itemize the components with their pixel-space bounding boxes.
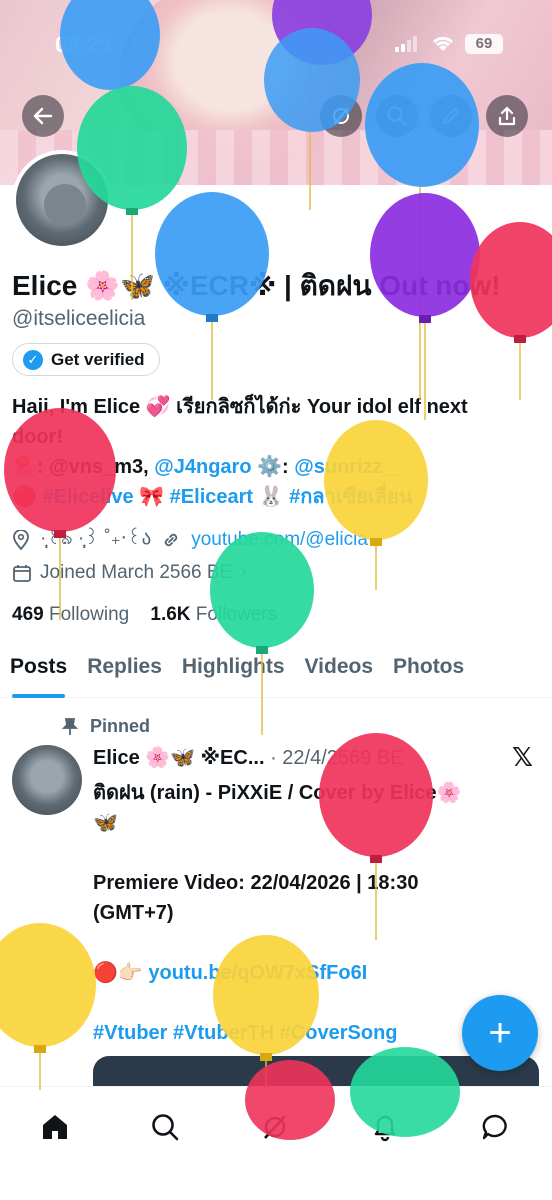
bio-text: 🪼: @vns_m3 [12, 456, 144, 478]
cellular-signal-icon [395, 36, 417, 52]
bio-line-4: 🔴 #Elicelive 🎀 #Eliceart 🐰 #กลาเซียเลี่ย… [12, 482, 542, 512]
post-link-prefix: 🔴👉🏻 [93, 962, 149, 984]
mention-link[interactable]: @J4ngaro [154, 456, 251, 478]
profile-website-link[interactable]: youtube.com/@elicia [191, 529, 368, 551]
chevron-right-icon[interactable]: › [240, 562, 246, 584]
bio-line-2: door! [12, 426, 64, 448]
post-line: ติดฝน (rain) - PiXXiE / Cover by Elice🌸 [93, 782, 462, 804]
back-button[interactable] [22, 95, 64, 137]
post-line: 🔴👉🏻 youtu.be/qOW7xSfFo6I [93, 958, 543, 988]
tab-replies[interactable]: Replies [77, 640, 172, 698]
post-date: · 22/4/2569 BE [270, 747, 404, 769]
messages-icon [482, 1114, 507, 1140]
following-count: 469 [12, 604, 44, 625]
balloon-yellow [0, 923, 96, 1090]
x-logo-icon[interactable]: 𝕏 [512, 742, 533, 773]
following-link[interactable]: 469 Following [12, 604, 129, 625]
mention-link[interactable]: @sunrizz__ [294, 456, 405, 478]
post-line: (GMT+7) [93, 902, 174, 924]
post-line: 🦋 [93, 812, 118, 834]
post-line: Premiere Video: 22/04/2026 | 18:30 [93, 872, 419, 894]
tab-posts[interactable]: Posts [0, 640, 77, 698]
profile-meta-location-link: ·̩͙꒰ঌ ·̩͙꒱ ˚₊‧꒰ა youtube.com/@elicia [12, 524, 368, 556]
bottom-navigation [0, 1086, 552, 1200]
post-line [93, 928, 543, 958]
bio-line-1: Haii, I'm Elice 💞 เรียกลิซก็ได้ก่ะ Your … [12, 396, 468, 418]
grok-icon [333, 107, 349, 125]
wifi-icon [432, 36, 454, 51]
followers-label: Followers [195, 604, 278, 625]
post-author-avatar[interactable] [12, 745, 82, 815]
nav-messages[interactable] [473, 1105, 517, 1149]
home-icon [43, 1115, 67, 1139]
location-icon [13, 530, 29, 550]
hashtag-link[interactable]: #Eliceart [170, 486, 253, 508]
nav-notifications[interactable] [363, 1105, 407, 1149]
hashtag-link[interactable]: #Elicelive [42, 486, 133, 508]
pin-icon [62, 717, 78, 735]
profile-display-name: Elice 🌸🦋 ※ECR※ | ติดฝน Out now! [12, 270, 501, 301]
profile-avatar[interactable] [12, 150, 112, 250]
moon-icon: ☾ [130, 32, 148, 54]
tab-highlights[interactable]: Highlights [172, 640, 295, 698]
profile-bio: Haii, I'm Elice 💞 เรียกลิซก็ได้ก่ะ Your … [12, 392, 542, 512]
avatar-face [44, 184, 86, 226]
status-time: 08:25 [55, 32, 112, 57]
link-icon [165, 533, 178, 547]
post-author-name[interactable]: Elice 🌸🦋 ※EC... [93, 747, 265, 769]
profile-tabs: Posts Replies Highlights Videos Photos [0, 640, 552, 698]
nav-home[interactable] [33, 1105, 77, 1149]
following-label: Following [48, 604, 130, 625]
follow-stats: 469 Following 1.6K Followers [12, 604, 277, 626]
profile-location: ·̩͙꒰ঌ ·̩͙꒱ ˚₊‧꒰ა [40, 528, 152, 549]
bio-text: , [143, 456, 155, 478]
edit-profile-button[interactable] [430, 95, 472, 137]
nav-explore[interactable] [143, 1105, 187, 1149]
get-verified-button[interactable]: ✓ Get verified [12, 343, 160, 376]
post-header: Elice 🌸🦋 ※EC... · 22/4/2569 BE [93, 745, 404, 770]
back-arrow-icon [33, 107, 53, 125]
calendar-icon [13, 565, 31, 582]
bio-text: ⚙️: [251, 456, 295, 478]
post-youtube-link[interactable]: youtu.be/qOW7xSfFo6I [148, 962, 367, 984]
share-button[interactable] [486, 95, 528, 137]
get-verified-label: Get verified [51, 349, 145, 369]
battery-indicator: 69 [465, 34, 503, 54]
bio-text: 🐰 [253, 486, 290, 508]
followers-count: 1.6K [150, 604, 191, 625]
pinned-label: Pinned [90, 716, 151, 736]
nav-grok[interactable] [253, 1105, 297, 1149]
bio-text: 🔴 [12, 486, 43, 508]
profile-handle: @itseliceelicia [12, 307, 146, 330]
profile-joined: Joined March 2566 BE › [12, 562, 247, 584]
compose-post-button[interactable]: + [462, 995, 538, 1071]
status-bar: 08:25 ☾ 69 [0, 0, 552, 90]
balloon-red [470, 222, 552, 400]
bio-text: 🎀 [133, 486, 170, 508]
edit-icon [443, 108, 459, 124]
explore-icon [152, 1114, 179, 1141]
pinned-indicator: Pinned [62, 716, 150, 737]
share-icon [498, 106, 516, 126]
grok-nav-icon [264, 1115, 286, 1139]
search-profile-button[interactable] [376, 95, 418, 137]
hashtag-link[interactable]: #กลาเซียเลี่ยน [289, 486, 412, 508]
tab-photos[interactable]: Photos [383, 640, 474, 698]
search-icon [387, 106, 408, 127]
followers-link[interactable]: 1.6K Followers [150, 604, 277, 625]
grok-button[interactable] [320, 95, 362, 137]
post-line [93, 838, 543, 868]
plus-icon: + [488, 1010, 512, 1055]
bio-line-3: 🪼: @vns_m3, @J4ngaro ⚙️: @sunrizz__ [12, 452, 542, 482]
tab-videos[interactable]: Videos [295, 640, 383, 698]
joined-date: Joined March 2566 BE [40, 562, 233, 583]
bell-icon [374, 1115, 396, 1142]
verified-badge-icon: ✓ [23, 349, 43, 370]
